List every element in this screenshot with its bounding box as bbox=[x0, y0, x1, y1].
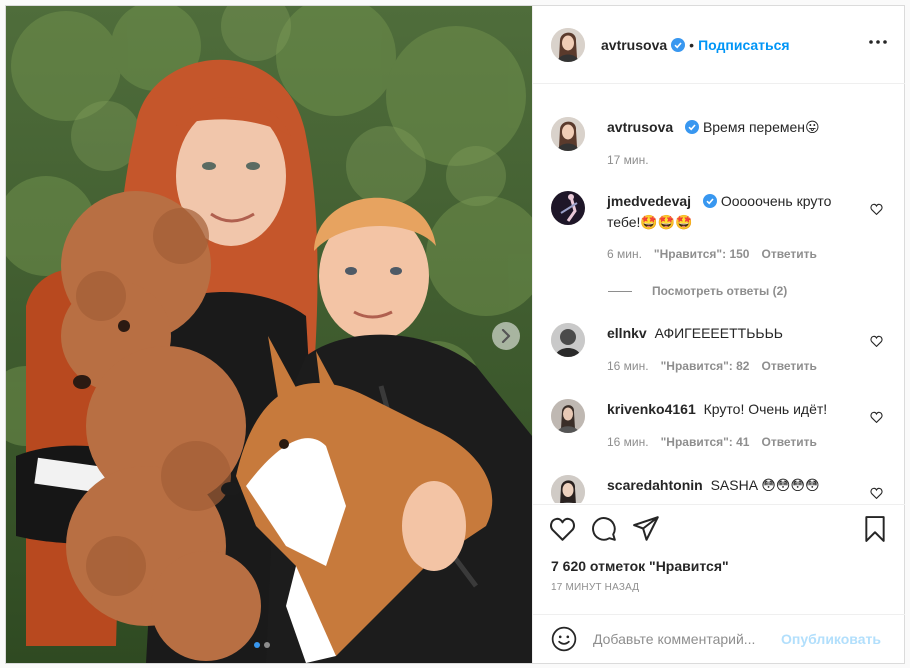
comment-emoji: 😳 bbox=[761, 477, 776, 493]
caption: avtrusova Время перемен😛 17 мин. bbox=[551, 117, 891, 177]
follow-button[interactable]: Подписаться bbox=[698, 37, 790, 53]
header-username[interactable]: avtrusova bbox=[601, 37, 667, 53]
smiley-icon[interactable] bbox=[551, 626, 577, 652]
comment-emoji: 😳 bbox=[805, 477, 820, 493]
reply-button[interactable]: Ответить bbox=[761, 359, 816, 373]
comment-emoji: 😳 bbox=[790, 477, 806, 493]
avatar[interactable] bbox=[551, 399, 585, 433]
avatar[interactable] bbox=[551, 323, 585, 357]
comment-emoji: 🤩 bbox=[675, 214, 693, 230]
comment-item: jmedvedevaj Ооооочень круто тебе!🤩🤩🤩 6 м… bbox=[551, 191, 891, 281]
view-replies-button[interactable]: Посмотреть ответы (2) bbox=[608, 284, 787, 298]
comment-likes[interactable]: "Нравится": 41 bbox=[661, 435, 750, 449]
like-comment-heart-icon[interactable] bbox=[870, 335, 883, 347]
carousel-indicator bbox=[254, 642, 270, 648]
post-sidebar: avtrusova • Подписаться avtrusova Время … bbox=[532, 6, 905, 663]
comments-list[interactable]: avtrusova Время перемен😛 17 мин. jmedved… bbox=[533, 85, 905, 503]
view-replies-label: Посмотреть ответы (2) bbox=[652, 284, 788, 298]
avatar[interactable] bbox=[551, 475, 585, 503]
like-comment-heart-icon[interactable] bbox=[870, 203, 883, 215]
replies-divider-line bbox=[608, 290, 632, 292]
post-actions: 7 620 отметок "Нравится" 17 МИНУТ НАЗАД bbox=[533, 504, 905, 614]
comment-icon[interactable] bbox=[591, 516, 617, 542]
comment-emoji: 😳 bbox=[775, 477, 791, 493]
post-timestamp[interactable]: 17 МИНУТ НАЗАД bbox=[551, 582, 639, 593]
post-header: avtrusova • Подписаться bbox=[533, 6, 905, 84]
heart-icon[interactable] bbox=[549, 516, 576, 541]
comment-time[interactable]: 6 мин. bbox=[607, 247, 642, 261]
like-comment-heart-icon[interactable] bbox=[870, 487, 883, 499]
publish-button[interactable]: Опубликовать bbox=[781, 631, 881, 647]
comment-item: krivenko4161 Круто! Очень идёт! 16 мин. … bbox=[551, 399, 891, 459]
comment-emoji: 🤩 bbox=[657, 214, 676, 230]
comment-time[interactable]: 16 мин. bbox=[607, 435, 649, 449]
header-separator: • bbox=[689, 36, 695, 53]
instagram-post: avtrusova • Подписаться avtrusova Время … bbox=[5, 5, 905, 664]
avatar[interactable] bbox=[551, 191, 585, 225]
comment-text: АФИГЕЕЕЕТТЬЬЬЬ bbox=[654, 325, 783, 341]
verified-badge-icon bbox=[671, 37, 686, 52]
like-comment-heart-icon[interactable] bbox=[870, 411, 883, 423]
comment-likes[interactable]: "Нравится": 82 bbox=[661, 359, 750, 373]
share-icon[interactable] bbox=[633, 516, 660, 541]
likes-count[interactable]: 7 620 отметок "Нравится" bbox=[551, 558, 729, 574]
carousel-dot bbox=[264, 642, 270, 648]
caption-text: Время перемен bbox=[702, 119, 806, 135]
reply-button[interactable]: Ответить bbox=[761, 435, 816, 449]
comment-item: ellnkv АФИГЕЕЕЕТТЬЬЬЬ 16 мин. "Нравится"… bbox=[551, 323, 891, 383]
carousel-dot-active bbox=[254, 642, 260, 648]
verified-badge-icon bbox=[702, 194, 717, 208]
caption-username[interactable]: avtrusova bbox=[607, 119, 673, 135]
comment-username[interactable]: krivenko4161 bbox=[607, 401, 696, 417]
comment-input[interactable] bbox=[593, 631, 775, 647]
comment-text: SASHA bbox=[710, 477, 758, 493]
add-comment-bar: Опубликовать bbox=[533, 614, 905, 663]
avatar[interactable] bbox=[551, 117, 585, 151]
chevron-right-icon bbox=[501, 329, 511, 343]
verified-badge-icon bbox=[685, 120, 700, 134]
comment-text: Круто! Очень идёт! bbox=[703, 401, 828, 417]
comment-item: scaredahtonin SASHA 😳😳😳😳 bbox=[551, 475, 891, 503]
comment-emoji: 🤩 bbox=[640, 214, 658, 230]
next-photo-button[interactable] bbox=[492, 322, 520, 350]
photo-illustration bbox=[6, 6, 532, 663]
more-horizontal-icon[interactable] bbox=[869, 40, 887, 44]
bookmark-icon[interactable] bbox=[863, 516, 887, 542]
comment-username[interactable]: ellnkv bbox=[607, 325, 647, 341]
comment-time[interactable]: 16 мин. bbox=[607, 359, 649, 373]
comment-likes[interactable]: "Нравится": 150 bbox=[654, 247, 750, 261]
post-photo[interactable] bbox=[6, 6, 532, 663]
comment-username[interactable]: scaredahtonin bbox=[607, 477, 703, 493]
comment-username[interactable]: jmedvedevaj bbox=[607, 193, 691, 209]
caption-emoji: 😛 bbox=[805, 119, 820, 135]
avatar[interactable] bbox=[551, 27, 585, 62]
reply-button[interactable]: Ответить bbox=[761, 247, 816, 261]
caption-time[interactable]: 17 мин. bbox=[607, 153, 649, 167]
